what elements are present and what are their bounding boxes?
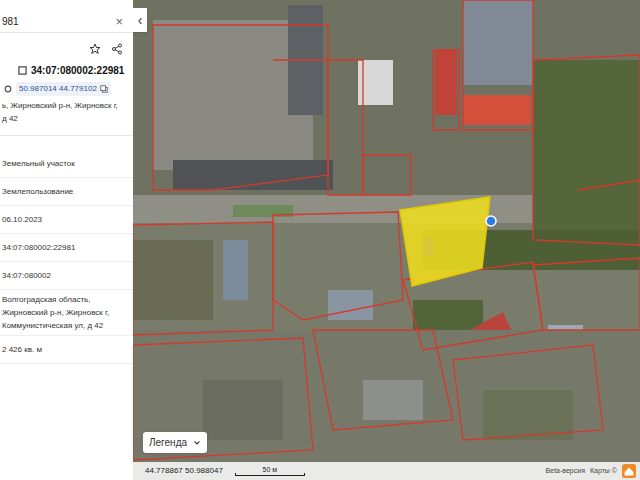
field-value: Земельный участок [2,157,75,170]
legend-button[interactable]: Легенда [143,432,207,453]
field-value: Волгоградская область, Жирновский р-н, Ж… [2,293,129,332]
field-row: 06.10.2023 [0,206,133,234]
short-address: ь, Жирновский р-н, Жирновск г,д 42 [0,99,133,136]
share-icon [111,43,123,55]
field-list: Земельный участок Землепользование 06.10.2… [0,136,133,364]
coords[interactable]: 50.987014 44.779102 [19,83,97,95]
search-field[interactable]: 981 × [0,11,133,33]
field-value: Землепользование [2,185,73,198]
copy-icon [100,85,108,93]
chevron-icon [193,439,201,447]
scale-line [235,473,305,476]
parcel-number: 34:07:080002:22981 [31,63,124,78]
status-right: Beta-версия Карты © [546,464,636,478]
field-value: 34:07:080002 [2,269,51,282]
field-row: 34:07:080002:22981 [0,234,133,262]
legend-label[interactable]: Легенда [149,435,187,450]
clear-button[interactable]: × [115,15,123,28]
field-value: 06.10.2023 [2,213,42,226]
action-row [0,37,133,61]
field-row: Землепользование [0,178,133,206]
coords-row: 50.987014 44.779102 [0,82,133,96]
satellite-map [133,0,640,480]
field-value: 2 426 кв. м [2,343,42,356]
field-row: Земельный участок [0,150,133,178]
status-left: 44.778867 50.988047 50 м [145,465,305,477]
address-line: ь, Жирновский р-н, Жирновск г, [2,99,133,112]
field-row: 34:07:080002 [0,262,133,290]
parcel-number-row: 34:07:080002:22981 [0,63,133,78]
info-panel: 981 × 34:07:080002:22981 50.987014 44.77910… [0,0,133,480]
scale-bar: 50 м [235,466,305,476]
scale-label: 50 м [263,466,278,473]
search-value[interactable]: 981 [2,14,19,29]
cursor-coords: 44.778867 50.988047 [145,465,223,477]
beta-label: Beta-версия [546,466,585,477]
selected-parcel [400,197,490,286]
field-value: 34:07:080002:22981 [2,241,75,254]
field-row: 2 426 кв. м [0,336,133,364]
attribution: Карты © [590,466,617,477]
parcel-icon [18,66,27,75]
star-icon [89,43,101,55]
home-logo-icon [622,464,636,478]
coords-box[interactable]: 50.987014 44.779102 [16,82,111,96]
address-line: д 42 [2,112,133,125]
field-row: Волгоградская область, Жирновский р-н, Ж… [0,290,133,336]
status-bar: 44.778867 50.988047 50 м Beta-версия Карты … [133,462,640,480]
pin-icon [4,85,12,93]
collapse-button[interactable]: ‹ [133,8,147,32]
map[interactable]: ‹ Легенда 44.778867 50.988047 50 м Beta-верс… [133,0,640,480]
